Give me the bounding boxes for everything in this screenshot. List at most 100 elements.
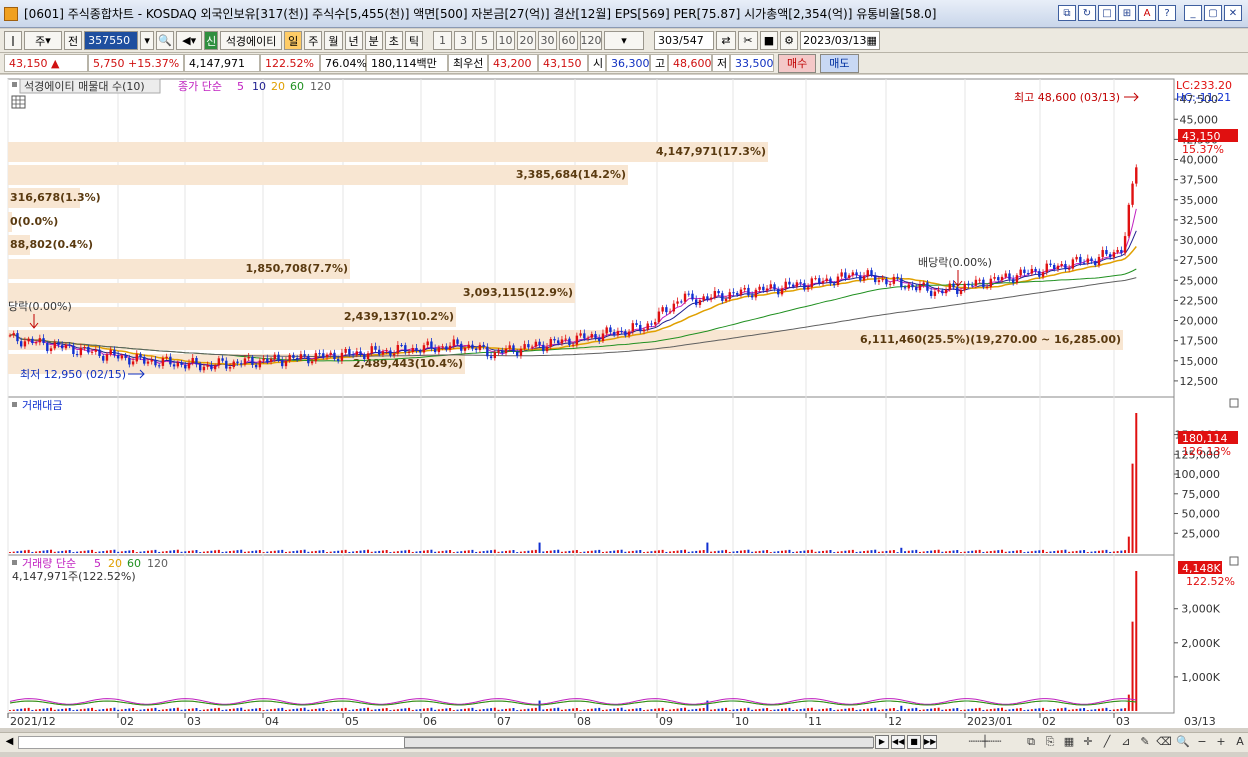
candle-body [1023, 269, 1026, 274]
stock-chart[interactable]: 4,147,971(17.3%) 3,385,684(14.2%) 316,678(… [0, 75, 1248, 728]
copy-icon[interactable]: ⎘ [1042, 735, 1058, 749]
panel-menu-icon[interactable] [12, 82, 17, 87]
pin-icon[interactable]: ⊞ [1118, 5, 1136, 21]
erase-icon[interactable]: ⌫ [1156, 735, 1172, 749]
scroll-track[interactable] [18, 736, 874, 749]
candle-body [1012, 279, 1015, 283]
split-icon[interactable]: ⧉ [1023, 735, 1039, 749]
refresh-icon[interactable]: ↻ [1078, 5, 1096, 21]
count-input[interactable]: 303/547 [654, 31, 714, 50]
candle-body [109, 349, 112, 355]
minimize-button[interactable]: _ [1184, 5, 1202, 21]
chart-area[interactable]: 4,147,971(17.3%) 3,385,684(14.2%) 316,678(… [0, 75, 1248, 728]
interval-3[interactable]: 3 [454, 31, 473, 50]
candle-body [228, 367, 232, 369]
candle-body [1038, 271, 1041, 277]
interval-120[interactable]: 120 [580, 31, 602, 50]
candle-body [870, 270, 873, 276]
period-tick-button[interactable]: 틱 [404, 31, 423, 50]
interval-10[interactable]: 10 [496, 31, 515, 50]
amount-menu-icon[interactable] [12, 402, 17, 407]
volume-close-icon[interactable] [1229, 556, 1239, 566]
search-icon[interactable]: 🔍 [156, 31, 175, 50]
candle-body [474, 348, 478, 351]
prev-button[interactable]: 전 [64, 31, 83, 50]
x-label: 03 [187, 715, 201, 728]
ruler-icon[interactable]: ⊿ [1118, 735, 1134, 749]
profile-label: 88,802(0.4%) [10, 238, 93, 251]
zoom-slider-icon[interactable]: ┄┄┼┄┄ [950, 735, 1020, 749]
rewind-icon[interactable]: ◀◀ [891, 735, 905, 749]
candle-body [627, 331, 631, 336]
sell-button[interactable]: 매도 [820, 53, 859, 73]
play-icon[interactable]: ▶ [875, 735, 889, 749]
settings-icon[interactable]: ǀ [4, 31, 22, 50]
forward-icon[interactable]: ▶▶ [923, 735, 937, 749]
candle-body [590, 334, 593, 338]
interval-1[interactable]: 1 [433, 31, 452, 50]
amount-close-icon[interactable] [1229, 398, 1239, 408]
volume-bar [937, 707, 940, 711]
scroll-left-arrow[interactable]: ◀ [3, 736, 16, 749]
magnify-icon[interactable]: 🔍 [1175, 735, 1191, 749]
amount-bar [419, 551, 422, 553]
volume-bar [1045, 709, 1048, 711]
auto-icon[interactable]: A [1232, 735, 1248, 749]
volume-bar [948, 708, 951, 711]
period-month-button[interactable]: 월 [324, 31, 343, 50]
volume-menu-icon[interactable] [12, 560, 17, 565]
candle-body [847, 275, 851, 279]
period-second-button[interactable]: 초 [384, 31, 403, 50]
window-icon[interactable]: □ [1098, 5, 1116, 21]
amount-bar [441, 550, 444, 553]
zoom-out-icon[interactable]: − [1194, 735, 1210, 749]
candle-body [288, 355, 291, 361]
maximize-button[interactable]: ▢ [1204, 5, 1222, 21]
candle-body [915, 287, 918, 291]
stop-icon[interactable]: ■ [907, 735, 921, 749]
grid-icon[interactable]: ▦ [1061, 735, 1077, 749]
scissors-icon[interactable]: ✂ [738, 31, 758, 50]
market-select[interactable]: 주 ▾ [24, 31, 62, 50]
crosshair-icon[interactable]: ✛ [1080, 735, 1096, 749]
date-input[interactable]: 2023/03/13 ▦ [800, 31, 880, 50]
period-minute-button[interactable]: 분 [364, 31, 383, 50]
candle-body [732, 292, 735, 294]
period-week-button[interactable]: 주 [304, 31, 323, 50]
candle-body [1041, 272, 1045, 277]
sound-icon[interactable]: ◀▾ [176, 31, 203, 50]
volume-bar [531, 708, 534, 711]
line-tool-icon[interactable]: ╱ [1099, 735, 1115, 749]
interval-20[interactable]: 20 [517, 31, 536, 50]
volume-bar [918, 709, 921, 711]
candle-body [836, 276, 840, 286]
link-icon[interactable]: ⧉ [1058, 5, 1076, 21]
candle-body [1064, 263, 1067, 270]
gear-icon[interactable]: ⚙ [780, 31, 798, 50]
zoom-in-icon[interactable]: + [1213, 735, 1229, 749]
draw-icon[interactable]: ✎ [1137, 735, 1153, 749]
interval-5[interactable]: 5 [475, 31, 494, 50]
help-icon[interactable]: ? [1158, 5, 1176, 21]
period-year-button[interactable]: 년 [344, 31, 363, 50]
font-icon[interactable]: A [1138, 5, 1156, 21]
stock-code-input[interactable]: 357550 [84, 31, 139, 50]
save-icon[interactable]: ■ [760, 31, 778, 50]
interval-30[interactable]: 30 [538, 31, 557, 50]
candle-body [1071, 259, 1075, 269]
period-day-button[interactable]: 일 [284, 31, 303, 50]
amount-bar [825, 550, 828, 553]
volume-bar [1015, 708, 1018, 711]
interval-custom-select[interactable]: ▾ [604, 31, 644, 50]
arrows-icon[interactable]: ⇄ [716, 31, 736, 50]
dropdown-icon[interactable]: ▾ [140, 31, 155, 50]
buy-button[interactable]: 매수 [778, 53, 817, 73]
table-icon[interactable] [11, 95, 26, 109]
volume-bar [654, 708, 657, 711]
candle-body [202, 366, 206, 371]
interval-60[interactable]: 60 [559, 31, 578, 50]
candle-body [292, 355, 295, 358]
close-button[interactable]: ✕ [1224, 5, 1242, 21]
amount-bar [240, 549, 243, 553]
scroll-thumb[interactable] [404, 737, 874, 748]
